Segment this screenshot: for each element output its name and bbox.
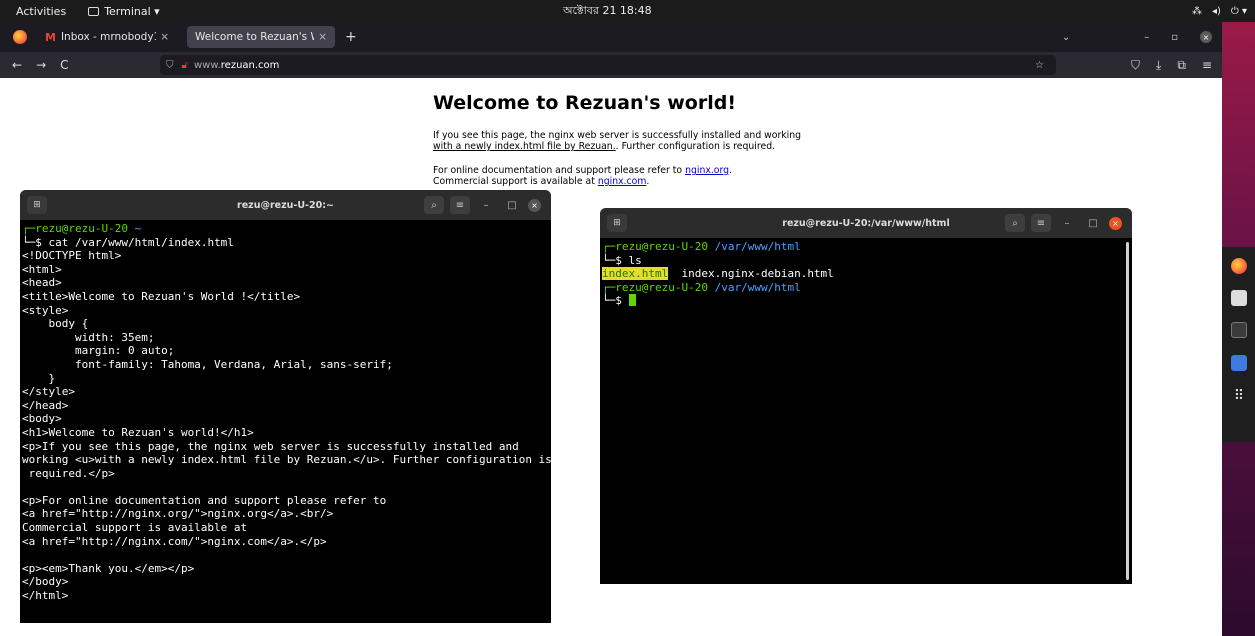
terminal-header[interactable]: ⊞ rezu@rezu-U-20:~ ⌕ ≡ – □ ×: [20, 190, 551, 220]
menu-icon[interactable]: ≡: [1202, 58, 1212, 73]
power-icon: ⏻ ▾: [1230, 5, 1247, 17]
maximize-icon[interactable]: □: [502, 200, 522, 211]
maximize-button[interactable]: ▫: [1171, 32, 1178, 43]
extensions-icon[interactable]: ⧉: [1177, 58, 1186, 73]
system-tray[interactable]: ⁂ ◂) ⏻ ▾: [1192, 6, 1247, 17]
dock-firefox-icon[interactable]: [1231, 258, 1247, 274]
maximize-icon[interactable]: □: [1083, 218, 1103, 229]
cat-output: <!DOCTYPE html> <html> <head> <title>Wel…: [22, 249, 551, 603]
close-icon[interactable]: ×: [528, 198, 541, 212]
tab-title: Inbox - mrnobody19961: [60, 31, 156, 43]
browser-nav-bar: ← → C ⛉ 🔓︎ www.rezuan.com ☆ ⛉ ⤓ ⧉ ≡: [0, 52, 1222, 78]
tab-close-icon[interactable]: ×: [160, 31, 169, 43]
firefox-icon: [13, 30, 27, 44]
gnome-top-bar: Activities Terminal ▾ অক্টোবর 21 18:48 ⁂…: [0, 0, 1255, 22]
dock-app-icon[interactable]: [1231, 355, 1247, 371]
file-index-html: index.html: [602, 267, 669, 281]
nginx-com-link[interactable]: nginx.com: [598, 176, 647, 187]
terminal-window-home[interactable]: ⊞ rezu@rezu-U-20:~ ⌕ ≡ – □ × ┌─rezu@rezu…: [20, 190, 551, 623]
browser-tab-bar: M Inbox - mrnobody19961 × Welcome to Rez…: [0, 22, 1222, 52]
file-index-nginx-debian: index.nginx-debian.html: [681, 267, 834, 281]
dock-terminal-icon[interactable]: [1231, 322, 1247, 338]
gmail-icon: M: [45, 30, 56, 44]
menu-icon[interactable]: ≡: [1031, 214, 1051, 232]
terminal-output[interactable]: ┌─rezu@rezu-U-20 /var/www/html └─$ ls in…: [600, 238, 1132, 308]
terminal-window-html[interactable]: ⊞ rezu@rezu-U-20:/var/www/html ⌕ ≡ – □ ×…: [600, 208, 1132, 584]
dock: [1222, 247, 1255, 442]
back-button[interactable]: ←: [12, 58, 22, 72]
terminal-header[interactable]: ⊞ rezu@rezu-U-20:/var/www/html ⌕ ≡ – □ ×: [600, 208, 1132, 238]
paragraph-intro: If you see this page, the nginx web serv…: [433, 130, 802, 152]
url-bar[interactable]: ⛉ 🔓︎ www.rezuan.com ☆: [160, 55, 1056, 75]
scrollbar[interactable]: [1126, 242, 1129, 580]
command-text: ls: [628, 253, 642, 267]
network-icon: ⁂: [1191, 5, 1202, 17]
tab-close-icon[interactable]: ×: [318, 31, 327, 43]
command-text: cat /var/www/html/index.html: [48, 235, 234, 249]
menu-icon[interactable]: ≡: [450, 196, 470, 214]
app-menu[interactable]: Terminal ▾: [88, 5, 160, 18]
close-icon[interactable]: ×: [1109, 216, 1122, 230]
search-icon[interactable]: ⌕: [1005, 214, 1025, 232]
minimize-icon[interactable]: –: [476, 200, 496, 211]
url-text[interactable]: www.rezuan.com: [194, 60, 279, 71]
close-button[interactable]: ×: [1200, 31, 1212, 43]
activities-button[interactable]: Activities: [16, 5, 66, 18]
dock-files-icon[interactable]: [1231, 290, 1247, 306]
paragraph-support: For online documentation and support ple…: [433, 165, 733, 187]
tab-inbox[interactable]: M Inbox - mrnobody19961 ×: [37, 26, 177, 48]
minimize-icon[interactable]: –: [1057, 218, 1077, 229]
app-menu-label: Terminal ▾: [104, 4, 160, 18]
search-icon[interactable]: ⌕: [424, 196, 444, 214]
tab-title: Welcome to Rezuan's World: [195, 31, 314, 43]
terminal-icon: [88, 6, 100, 16]
tab-welcome[interactable]: Welcome to Rezuan's World ×: [187, 26, 335, 48]
nginx-org-link[interactable]: nginx.org: [685, 165, 729, 176]
shield-icon[interactable]: ⛉: [166, 60, 174, 71]
page-heading: Welcome to Rezuan's world!: [433, 92, 736, 114]
forward-button[interactable]: →: [36, 58, 46, 72]
insecure-lock-icon[interactable]: 🔓︎: [182, 60, 188, 71]
bookmark-star-icon[interactable]: ☆: [1035, 60, 1044, 71]
terminal-output[interactable]: ┌─rezu@rezu-U-20 ~ └─$ cat /var/www/html…: [20, 220, 551, 603]
new-tab-button[interactable]: +: [345, 29, 357, 45]
minimize-button[interactable]: –: [1144, 32, 1149, 43]
volume-icon: ◂): [1211, 5, 1221, 17]
reload-button[interactable]: C: [60, 58, 68, 72]
show-apps-icon[interactable]: ⠿: [1231, 388, 1247, 404]
clock[interactable]: অক্টোবর 21 18:48: [563, 2, 652, 21]
browser-window-controls: ⌄ – ▫ ×: [1062, 31, 1212, 43]
list-all-tabs-button[interactable]: ⌄: [1062, 32, 1070, 43]
downloads-icon[interactable]: ⤓: [1156, 58, 1161, 73]
toolbar-icons: ⛉ ⤓ ⧉ ≡: [1131, 58, 1212, 73]
cursor: [628, 294, 636, 307]
pocket-icon[interactable]: ⛉: [1131, 58, 1140, 73]
